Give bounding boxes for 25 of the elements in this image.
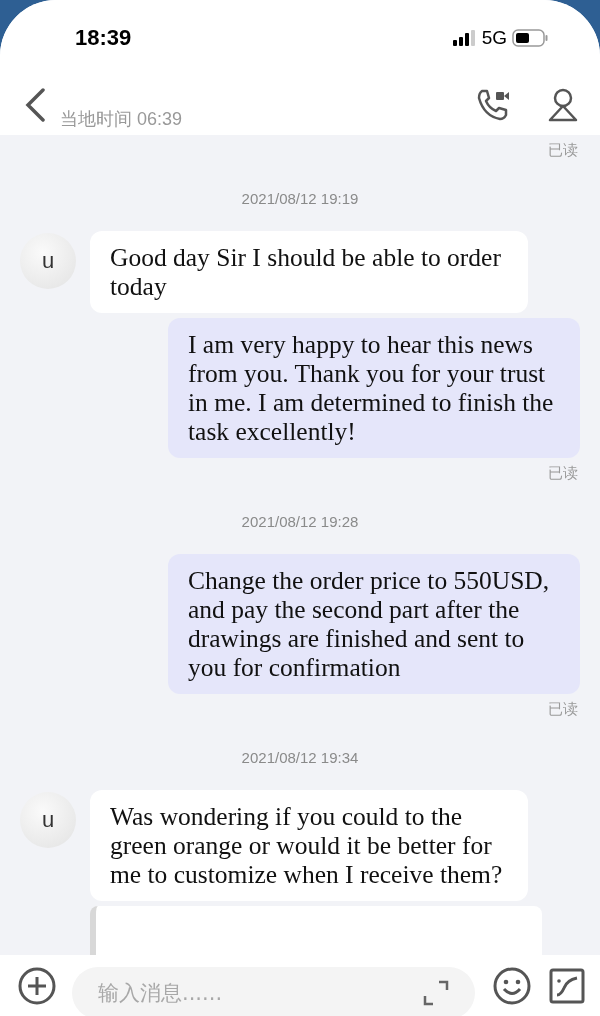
read-receipt: 已读: [547, 464, 579, 483]
incoming-message: Was wondering if you could to the green orange or would it be better for me to customize when I receive them?: [90, 790, 528, 901]
expand-icon[interactable]: [423, 979, 449, 1006]
outgoing-message: I am very happy to hear this news from you. Thank you for your trust in me. I am determined to finish the task excellently!: [168, 318, 580, 458]
network-label: 5G: [481, 26, 507, 49]
outgoing-message: Change the order price to 550USD, and pay the second part after the drawings are finished and sent to you for confirmation: [168, 554, 580, 694]
profile-icon[interactable]: [548, 88, 578, 122]
add-icon[interactable]: [18, 966, 56, 1005]
message-input[interactable]: 输入消息......: [72, 966, 475, 1016]
read-receipt: 已读: [547, 700, 579, 719]
signal-icon: [452, 29, 477, 46]
video-call-icon[interactable]: [476, 88, 510, 122]
local-time: 当地时间 06:39: [60, 109, 183, 129]
avatar[interactable]: u: [20, 792, 76, 848]
emoji-icon[interactable]: [493, 966, 531, 1005]
read-receipt: 已读: [547, 141, 579, 160]
incoming-message: Good day Sir I should be able to order today: [90, 231, 528, 313]
message-timestamp: 2021/08/12 19:28: [240, 513, 360, 530]
message-timestamp: 2021/08/12 19:34: [240, 749, 360, 766]
battery-icon: [512, 28, 548, 47]
avatar[interactable]: u: [20, 233, 76, 289]
image-icon[interactable]: [549, 967, 585, 1004]
message-timestamp: 2021/08/12 19:19: [240, 190, 360, 207]
clock-time: 18:39: [75, 24, 133, 51]
back-icon[interactable]: [24, 88, 46, 122]
